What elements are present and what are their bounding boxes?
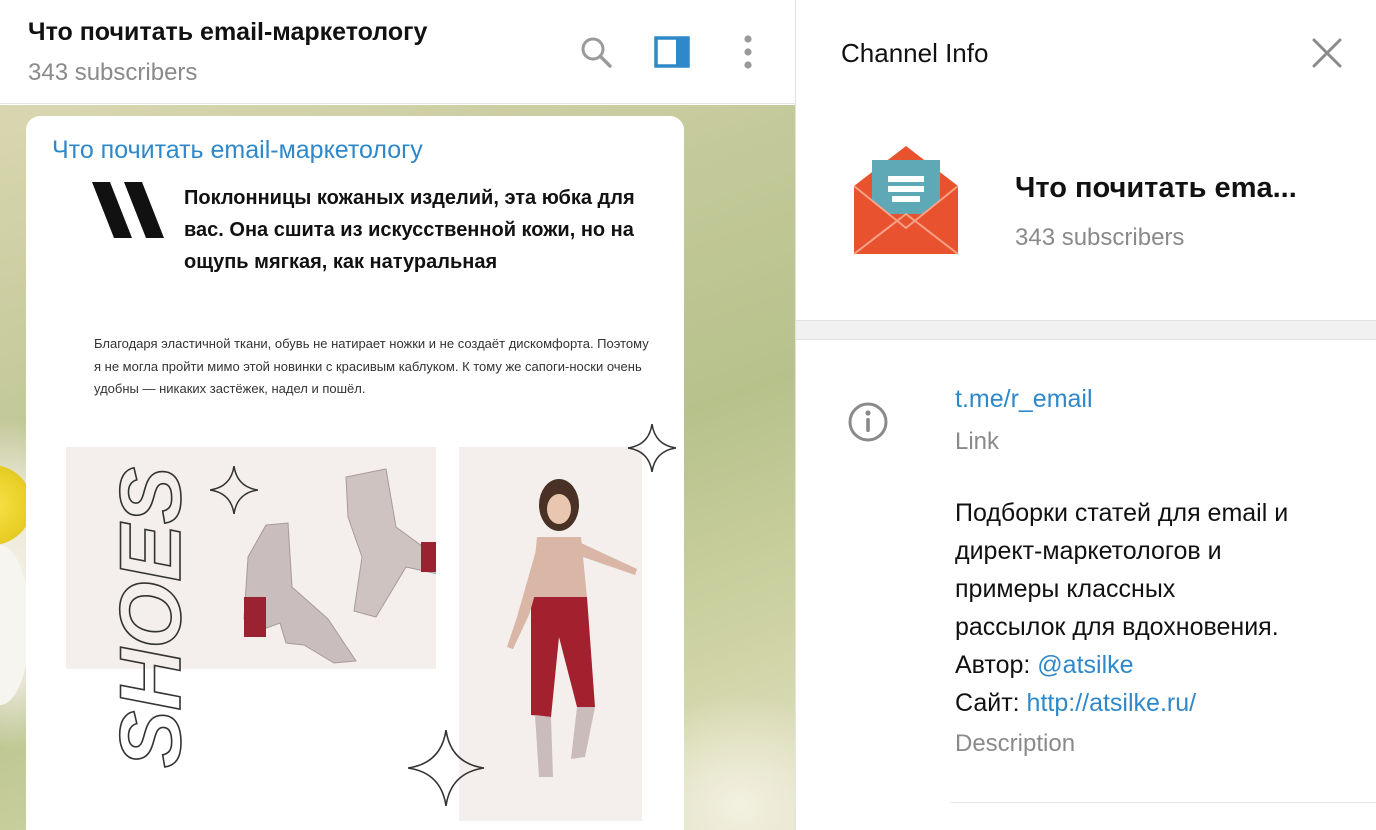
chat-header[interactable]: Что почитать email-маркетологу 343 subsc… — [0, 0, 795, 104]
channel-avatar[interactable] — [846, 136, 966, 256]
side-panel-icon — [654, 36, 690, 68]
sparkle-icon — [210, 466, 258, 514]
post-image[interactable]: Поклонницы кожаных изделий, эта юбка для… — [34, 178, 676, 830]
author-line: Автор: @atsilke — [955, 646, 1355, 684]
description-line: директ-маркетологов и — [955, 537, 1222, 565]
more-vertical-icon — [744, 35, 752, 69]
chat-title[interactable]: Что почитать email-маркетологу — [28, 18, 427, 47]
toggle-info-panel-button[interactable] — [648, 26, 696, 78]
chat-subscriber-count: 343 subscribers — [28, 59, 198, 86]
site-label: Сайт: — [955, 689, 1027, 717]
site-url-link[interactable]: http://atsilke.ru/ — [1027, 689, 1197, 717]
sparkle-icon — [628, 424, 676, 472]
message-sender[interactable]: Что почитать email-маркетологу — [52, 136, 423, 165]
description-label: Description — [955, 730, 1076, 757]
section-divider — [951, 802, 1376, 803]
more-menu-button[interactable] — [724, 26, 772, 78]
info-panel-title: Channel Info — [841, 38, 989, 68]
channel-name: Что почитать ema... — [1015, 172, 1297, 204]
channel-subscriber-count: 343 subscribers — [1015, 224, 1185, 251]
channel-description: Подборки статей для email и директ-марке… — [955, 494, 1355, 722]
shoes-word: SHOES — [110, 467, 199, 768]
link-label: Link — [955, 428, 1000, 455]
close-info-button[interactable] — [1302, 32, 1352, 74]
info-circle-icon — [848, 402, 888, 442]
close-icon — [1312, 38, 1342, 68]
section-divider — [796, 320, 1376, 340]
sparkle-icon — [408, 730, 484, 806]
chat-pane: Что почитать email-маркетологу 343 subsc… — [0, 0, 795, 830]
description-line: Подборки статей для email и — [955, 499, 1289, 527]
author-handle-link[interactable]: @atsilke — [1037, 651, 1133, 679]
post-body: Благодаря эластичной ткани, обувь не нат… — [94, 336, 649, 396]
post-heading: Поклонницы кожаных изделий, эта юбка для… — [184, 187, 635, 273]
model-illustration — [507, 479, 637, 777]
channel-info-panel: Channel Info Что почитать ema... 343 sub… — [795, 0, 1376, 830]
message-bubble[interactable]: Что почитать email-маркетологу Поклонниц… — [26, 116, 684, 830]
model-photo — [459, 447, 642, 821]
description-line: примеры классных — [955, 575, 1176, 603]
search-icon — [581, 37, 612, 68]
author-label: Автор: — [955, 651, 1038, 679]
search-button[interactable] — [572, 26, 620, 78]
site-line: Сайт: http://atsilke.ru/ — [955, 684, 1355, 722]
channel-link[interactable]: t.me/r_email — [955, 385, 1093, 414]
shoes-outline-text: SHOES — [110, 466, 200, 769]
description-line: рассылок для вдохновения. — [955, 613, 1279, 641]
quote-mark-icon — [92, 182, 164, 238]
